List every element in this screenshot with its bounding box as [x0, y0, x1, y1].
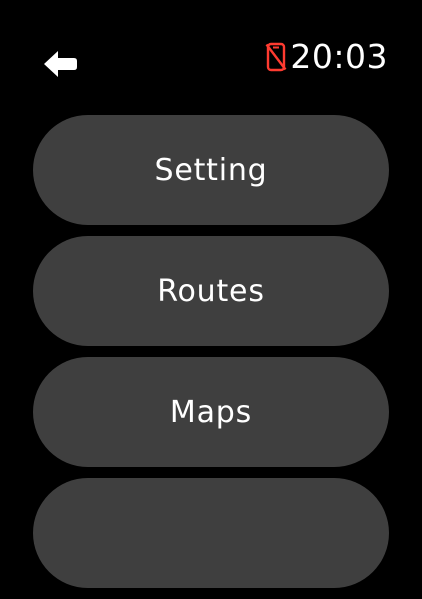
menu-list: Setting Routes Maps	[33, 115, 389, 599]
arrow-left-icon	[44, 51, 77, 77]
back-button[interactable]	[36, 44, 84, 84]
menu-item-label: Maps	[169, 394, 253, 430]
menu-item-routes[interactable]: Routes	[33, 236, 389, 346]
phone-disconnected-icon	[264, 41, 288, 73]
menu-item-label: Setting	[154, 152, 268, 188]
menu-item-setting[interactable]: Setting	[33, 115, 389, 225]
status-bar: 20:03	[0, 0, 422, 110]
status-indicators: 20:03	[264, 38, 388, 76]
menu-item-maps[interactable]: Maps	[33, 357, 389, 467]
menu-item-label: Routes	[157, 273, 265, 309]
menu-item-partial[interactable]	[33, 478, 389, 588]
clock-time: 20:03	[290, 37, 388, 76]
